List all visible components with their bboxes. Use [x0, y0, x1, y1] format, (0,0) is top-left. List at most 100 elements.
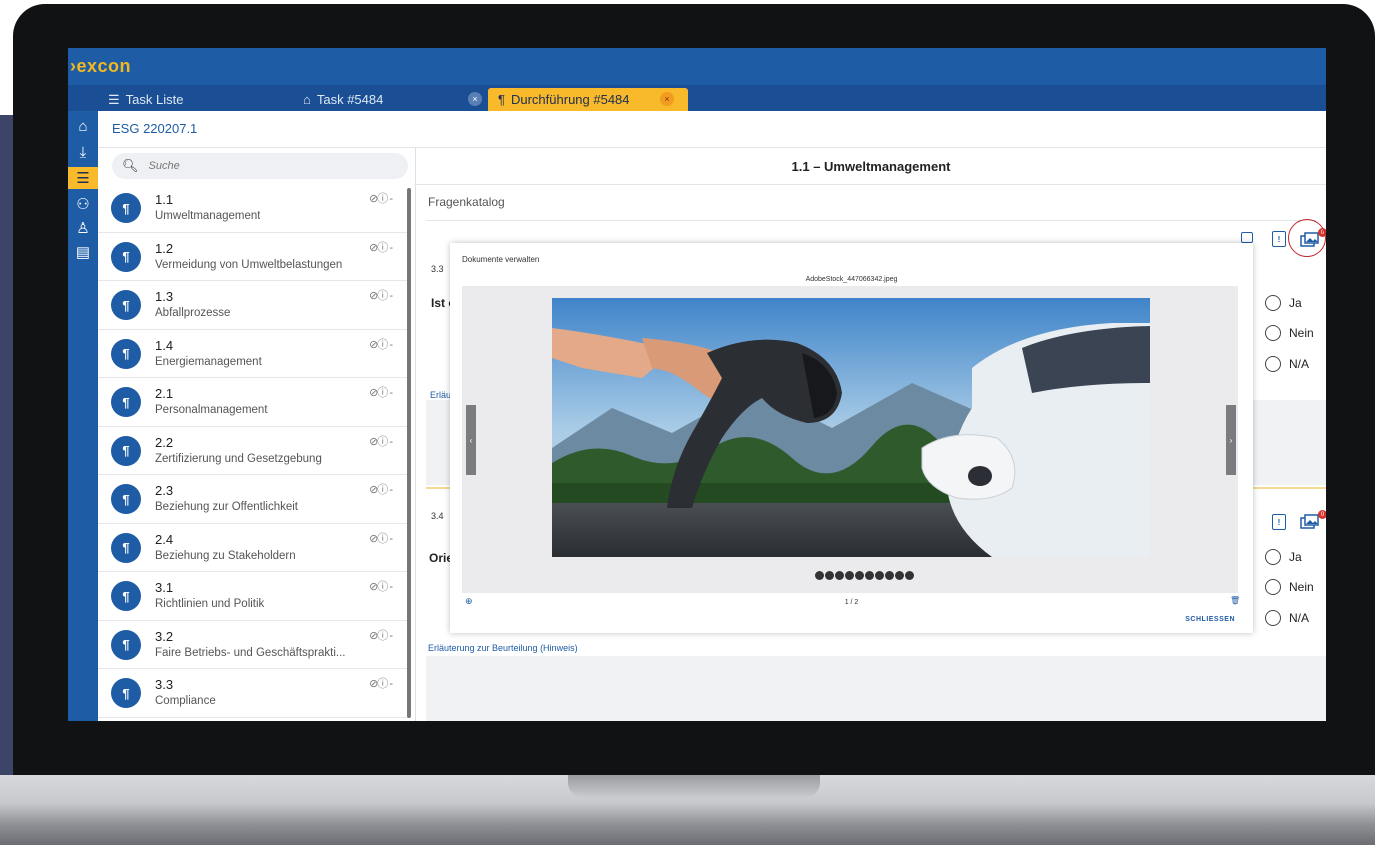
home-icon: ⌂ [303, 92, 311, 107]
document-preview-image [552, 298, 1150, 557]
list-item[interactable]: ¶ 1.3 Abfallprozesse ⊘ⓘ - [98, 281, 410, 330]
status-icons: ⊘ⓘ - [369, 435, 393, 448]
excon-logo: ›excon [70, 56, 132, 76]
document-info-icon[interactable]: ! [1272, 514, 1286, 530]
item-title: Energiemanagement [155, 355, 262, 368]
list-item[interactable]: ¶ 2.3 Beziehung zur Öffentlichkeit ⊘ⓘ - [98, 475, 410, 524]
pilcrow-icon: ¶ [111, 581, 141, 611]
users-icon[interactable]: ⚇ [68, 193, 98, 215]
list-item[interactable]: ¶ 1.1 Umweltmanagement ⊘ⓘ - [98, 184, 410, 233]
documents-dialog: Dokumente verwalten AdobeStock_447066342… [450, 243, 1253, 633]
viewer-toolbar [815, 571, 914, 580]
list-item[interactable]: ¶ 2.4 Beziehung zu Stakeholdern ⊘ⓘ - [98, 524, 410, 572]
radio-nein[interactable]: Nein [1265, 579, 1314, 595]
pilcrow-icon: ¶ [111, 532, 141, 563]
list-item[interactable]: ¶ 3.1 Richtlinien und Politik ⊘ⓘ - [98, 572, 410, 621]
close-tab-icon[interactable]: × [468, 92, 482, 106]
page-indicator: 1 / 2 [844, 599, 859, 606]
list-item[interactable]: ¶ 2.2 Zertifizierung und Gesetzgebung ⊘ⓘ - [98, 427, 410, 475]
catalog-label: Fragenkatalog [428, 195, 505, 209]
item-title: Vermeidung von Umweltbelastungen [155, 258, 343, 271]
radio-label: Nein [1289, 326, 1314, 340]
file-name: AdobeStock_447066342.jpeg [805, 276, 898, 283]
radio-circle[interactable] [1265, 325, 1281, 341]
item-title: Beziehung zur Öffentlichkeit [155, 501, 298, 513]
question-list-panel: 🔍︎ ¶ 1.1 Umweltmanagement ⊘ⓘ - ¶ 1.2 Vermeidu… [98, 148, 416, 721]
radio-circle[interactable] [1265, 356, 1281, 372]
download-icon[interactable]: ⤓ [68, 141, 98, 163]
radio-na[interactable]: N/A [1265, 610, 1309, 626]
radio-ja[interactable]: Ja [1265, 295, 1302, 311]
list-icon[interactable]: ☰ [68, 167, 98, 189]
play-icon[interactable] [865, 571, 874, 580]
list-item[interactable]: ¶ 1.2 Vermeidung von Umweltbelastungen ⊘ⓘ - [98, 233, 410, 281]
zoom-out-icon[interactable] [825, 571, 834, 580]
status-icons: ⊘ⓘ - [369, 532, 393, 545]
close-tab-icon[interactable]: × [660, 92, 674, 106]
pilcrow-icon: ¶ [111, 338, 141, 369]
item-number: 1.4 [155, 337, 174, 353]
tab-durchfuehrung-5484[interactable]: ¶ Durchführung #5484 [488, 88, 688, 111]
list-scrollbar[interactable] [407, 188, 411, 718]
search-icon: 🔍︎ [122, 158, 139, 173]
rotate-right-icon[interactable] [895, 571, 904, 580]
document-info-icon[interactable]: ! [1272, 231, 1286, 247]
radio-ja[interactable]: Ja [1265, 549, 1302, 565]
item-number: 1.3 [155, 289, 174, 304]
next-image-button[interactable]: › [1226, 405, 1236, 475]
radio-circle[interactable] [1265, 295, 1281, 311]
radio-na[interactable]: N/A [1265, 356, 1309, 372]
item-title: Richtlinien und Politik [155, 598, 265, 610]
breadcrumb-label[interactable]: ESG 220207.1 [112, 121, 197, 136]
rotate-left-icon[interactable] [885, 571, 894, 580]
close-dialog-button[interactable]: SCHLIESSEN [1185, 616, 1235, 623]
hint-link[interactable]: Erläu [430, 390, 451, 400]
list-item[interactable]: ¶ 2.1 Personalmanagement ⊘ⓘ - [98, 378, 410, 427]
item-title: Faire Betriebs- und Geschäftsprakti... [155, 646, 346, 659]
book-icon[interactable]: ▤ [68, 241, 98, 263]
search-input[interactable] [146, 159, 391, 173]
status-icons: ⊘ⓘ - [369, 193, 393, 205]
image-viewer: ‹ › [462, 286, 1238, 593]
radio-label: Ja [1289, 550, 1302, 564]
pilcrow-icon: ¶ [111, 435, 141, 466]
home-icon[interactable]: ⌂ [68, 115, 98, 137]
list-item[interactable]: ¶ 1.4 Energiemanagement ⊘ⓘ - [98, 330, 410, 378]
item-number: 1.2 [155, 240, 174, 256]
pilcrow-icon: ¶ [111, 678, 141, 708]
radio-label: N/A [1289, 611, 1310, 625]
status-icons: ⊘ⓘ - [369, 484, 393, 496]
list-item[interactable]: ¶ 3.3 Compliance ⊘ⓘ - [98, 669, 410, 718]
item-number: 3.3 [155, 677, 174, 692]
reset-icon[interactable] [845, 571, 854, 580]
dialog-title: Dokumente verwalten [462, 255, 540, 264]
prev-image-button[interactable]: ‹ [466, 405, 476, 475]
page-title: 1.1 – Umweltmanagement [416, 148, 1326, 185]
hint-box [426, 656, 1326, 721]
prev-icon[interactable] [855, 571, 864, 580]
item-number: 1.1 [155, 192, 174, 207]
user-icon[interactable]: ♙ [68, 217, 98, 239]
tab-task-5484[interactable]: ⌂ Task #5484 [303, 88, 483, 111]
comment-icon[interactable] [1241, 232, 1253, 243]
pilcrow-icon: ¶ [498, 92, 505, 107]
delete-document-icon[interactable]: 🗑 [1230, 596, 1240, 605]
radio-circle[interactable] [1265, 610, 1281, 626]
flip-icon[interactable] [905, 571, 914, 580]
status-icons: ⊘ⓘ - [369, 678, 393, 690]
tab-task-liste[interactable]: ☰ Task Liste [108, 88, 288, 111]
radio-circle[interactable] [1265, 579, 1281, 595]
status-icons: ⊘ⓘ - [369, 581, 393, 593]
photos-icon[interactable] [1300, 514, 1320, 529]
radio-circle[interactable] [1265, 549, 1281, 565]
radio-label: N/A [1289, 357, 1310, 371]
hint-link[interactable]: Erläuterung zur Beurteilung (Hinweis) [428, 643, 578, 653]
tab-label: Task #5484 [316, 92, 384, 107]
list-item[interactable]: ¶ 3.2 Faire Betriebs- und Geschäftsprakti.… [98, 621, 410, 669]
item-number: 3.2 [155, 628, 174, 644]
zoom-in-icon[interactable] [815, 571, 824, 580]
actual-size-icon[interactable] [835, 571, 844, 580]
radio-nein[interactable]: Nein [1265, 325, 1314, 341]
next-icon[interactable] [875, 571, 884, 580]
breadcrumb: ESG 220207.1 [98, 111, 1326, 148]
